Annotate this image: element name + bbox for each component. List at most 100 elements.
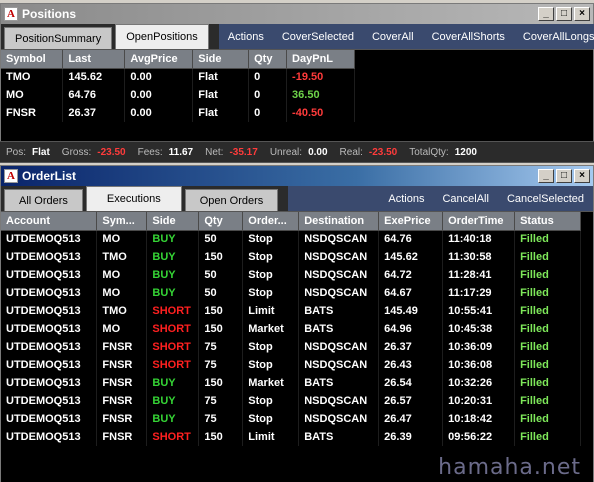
column-header-exeprice[interactable]: ExePrice bbox=[378, 212, 444, 231]
order-row[interactable]: UTDEMOQ513 FNSR SHORT 150 Limit BATS 26.39 09:5… bbox=[1, 428, 581, 446]
order-cell-qty: 150 bbox=[198, 320, 244, 338]
order-cell-side: BUY bbox=[146, 392, 200, 410]
order-cell-account: UTDEMOQ513 bbox=[1, 302, 98, 320]
order-row[interactable]: UTDEMOQ513 FNSR BUY 75 Stop NSDQSCAN 26.47 10:1… bbox=[1, 410, 581, 428]
cancel-selected-button[interactable]: CancelSelected bbox=[498, 193, 593, 205]
order-row[interactable]: UTDEMOQ513 FNSR BUY 75 Stop NSDQSCAN 26.57 10:2… bbox=[1, 392, 581, 410]
order-cell-qty: 50 bbox=[198, 284, 244, 302]
position-cell-side: Flat bbox=[192, 68, 250, 86]
column-header-order-type[interactable]: Order... bbox=[242, 212, 300, 231]
position-row[interactable]: TMO 145.62 0.00 Flat 0 -19.50 bbox=[1, 68, 355, 86]
column-header-account[interactable]: Account bbox=[1, 212, 98, 231]
order-cell-ordertime: 10:55:41 bbox=[442, 302, 516, 320]
position-cell-qty: 0 bbox=[248, 68, 288, 86]
order-cell-symbol: TMO bbox=[96, 248, 148, 266]
order-cell-ordertime: 10:32:26 bbox=[442, 374, 516, 392]
order-cell-qty: 75 bbox=[198, 392, 244, 410]
actions-menu[interactable]: Actions bbox=[379, 193, 433, 205]
order-row[interactable]: UTDEMOQ513 MO BUY 50 Stop NSDQSCAN 64.76 11:40:… bbox=[1, 230, 581, 248]
order-row[interactable]: UTDEMOQ513 MO SHORT 150 Market BATS 64.96 10:45… bbox=[1, 320, 581, 338]
order-cell-destination: NSDQSCAN bbox=[298, 392, 380, 410]
order-cell-account: UTDEMOQ513 bbox=[1, 320, 98, 338]
order-cell-side: SHORT bbox=[146, 338, 200, 356]
minimize-button[interactable]: _ bbox=[538, 169, 554, 183]
column-header-side[interactable]: Side bbox=[192, 50, 250, 69]
column-header-qty[interactable]: Qty bbox=[248, 50, 288, 69]
minimize-button[interactable]: _ bbox=[538, 7, 554, 21]
gross-value: -23.50 bbox=[97, 146, 126, 158]
window-title: OrderList bbox=[22, 169, 77, 183]
column-header-symbol[interactable]: Symbol bbox=[1, 50, 64, 69]
orderlist-titlebar[interactable]: A OrderList _ □ × bbox=[1, 166, 593, 186]
tab-position-summary[interactable]: PositionSummary bbox=[4, 27, 113, 49]
order-cell-status: Filled bbox=[514, 248, 581, 266]
column-header-side[interactable]: Side bbox=[146, 212, 200, 231]
cancel-all-button[interactable]: CancelAll bbox=[433, 193, 497, 205]
position-cell-symbol: MO bbox=[1, 86, 64, 104]
positions-table: Symbol Last AvgPrice Side Qty DayPnL TMO… bbox=[1, 50, 355, 122]
position-row[interactable]: FNSR 26.37 0.00 Flat 0 -40.50 bbox=[1, 104, 355, 122]
order-cell-side: SHORT bbox=[146, 320, 200, 338]
order-cell-exeprice: 64.72 bbox=[378, 266, 444, 284]
actions-menu[interactable]: Actions bbox=[219, 31, 273, 43]
position-cell-last: 145.62 bbox=[62, 68, 126, 86]
order-cell-ordertime: 11:28:41 bbox=[442, 266, 516, 284]
column-header-avgprice[interactable]: AvgPrice bbox=[124, 50, 194, 69]
order-cell-exeprice: 145.62 bbox=[378, 248, 444, 266]
order-cell-side: BUY bbox=[146, 374, 200, 392]
order-cell-ordertime: 11:40:18 bbox=[442, 230, 516, 248]
close-button[interactable]: × bbox=[574, 7, 590, 21]
position-cell-pnl: -19.50 bbox=[286, 68, 355, 86]
order-row[interactable]: UTDEMOQ513 FNSR SHORT 75 Stop NSDQSCAN 26.43 10… bbox=[1, 356, 581, 374]
order-cell-exeprice: 26.47 bbox=[378, 410, 444, 428]
order-cell-account: UTDEMOQ513 bbox=[1, 374, 98, 392]
unreal-label: Unreal: bbox=[269, 146, 303, 158]
tab-open-orders[interactable]: Open Orders bbox=[184, 189, 279, 211]
column-header-daypnl[interactable]: DayPnL bbox=[286, 50, 355, 69]
order-cell-qty: 150 bbox=[198, 248, 244, 266]
position-cell-symbol: TMO bbox=[1, 68, 64, 86]
column-header-ordertime[interactable]: OrderTime bbox=[442, 212, 516, 231]
order-cell-order-type: Stop bbox=[242, 266, 300, 284]
order-row[interactable]: UTDEMOQ513 TMO SHORT 150 Limit BATS 145.49 10:5… bbox=[1, 302, 581, 320]
cover-all-longs-button[interactable]: CoverAllLongs bbox=[514, 31, 594, 43]
close-button[interactable]: × bbox=[574, 169, 590, 183]
position-row[interactable]: MO 64.76 0.00 Flat 0 36.50 bbox=[1, 86, 355, 104]
cover-all-shorts-button[interactable]: CoverAllShorts bbox=[423, 31, 514, 43]
order-cell-symbol: FNSR bbox=[96, 428, 148, 446]
order-cell-account: UTDEMOQ513 bbox=[1, 356, 98, 374]
order-row[interactable]: UTDEMOQ513 FNSR SHORT 75 Stop NSDQSCAN 26.37 10… bbox=[1, 338, 581, 356]
cover-selected-button[interactable]: CoverSelected bbox=[273, 31, 363, 43]
tab-open-positions[interactable]: OpenPositions bbox=[115, 24, 209, 49]
order-cell-account: UTDEMOQ513 bbox=[1, 410, 98, 428]
order-cell-qty: 75 bbox=[198, 356, 244, 374]
column-header-symbol[interactable]: Sym... bbox=[96, 212, 148, 231]
tab-all-orders[interactable]: All Orders bbox=[4, 189, 83, 211]
position-cell-pnl: 36.50 bbox=[286, 86, 355, 104]
order-cell-status: Filled bbox=[514, 338, 581, 356]
order-row[interactable]: UTDEMOQ513 FNSR BUY 150 Market BATS 26.54 10:32… bbox=[1, 374, 581, 392]
order-cell-order-type: Stop bbox=[242, 284, 300, 302]
maximize-button[interactable]: □ bbox=[556, 7, 572, 21]
cover-all-button[interactable]: CoverAll bbox=[363, 31, 423, 43]
maximize-button[interactable]: □ bbox=[556, 169, 572, 183]
order-cell-ordertime: 10:36:09 bbox=[442, 338, 516, 356]
order-cell-side: SHORT bbox=[146, 428, 200, 446]
order-row[interactable]: UTDEMOQ513 TMO BUY 150 Stop NSDQSCAN 145.62 11:… bbox=[1, 248, 581, 266]
order-cell-order-type: Stop bbox=[242, 392, 300, 410]
order-cell-symbol: MO bbox=[96, 266, 148, 284]
column-header-destination[interactable]: Destination bbox=[298, 212, 380, 231]
position-cell-symbol: FNSR bbox=[1, 104, 64, 122]
orders-grid: Account Sym... Side Qty Order... Destina… bbox=[1, 212, 593, 482]
order-row[interactable]: UTDEMOQ513 MO BUY 50 Stop NSDQSCAN 64.67 11:17:… bbox=[1, 284, 581, 302]
order-row[interactable]: UTDEMOQ513 MO BUY 50 Stop NSDQSCAN 64.72 11:28:… bbox=[1, 266, 581, 284]
tab-executions[interactable]: Executions bbox=[85, 186, 182, 211]
order-cell-exeprice: 26.39 bbox=[378, 428, 444, 446]
positions-titlebar[interactable]: A Positions _ □ × bbox=[1, 4, 593, 24]
column-header-last[interactable]: Last bbox=[62, 50, 126, 69]
column-header-status[interactable]: Status bbox=[514, 212, 581, 231]
order-cell-symbol: FNSR bbox=[96, 338, 148, 356]
order-cell-symbol: FNSR bbox=[96, 356, 148, 374]
column-header-qty[interactable]: Qty bbox=[198, 212, 244, 231]
order-cell-ordertime: 11:17:29 bbox=[442, 284, 516, 302]
